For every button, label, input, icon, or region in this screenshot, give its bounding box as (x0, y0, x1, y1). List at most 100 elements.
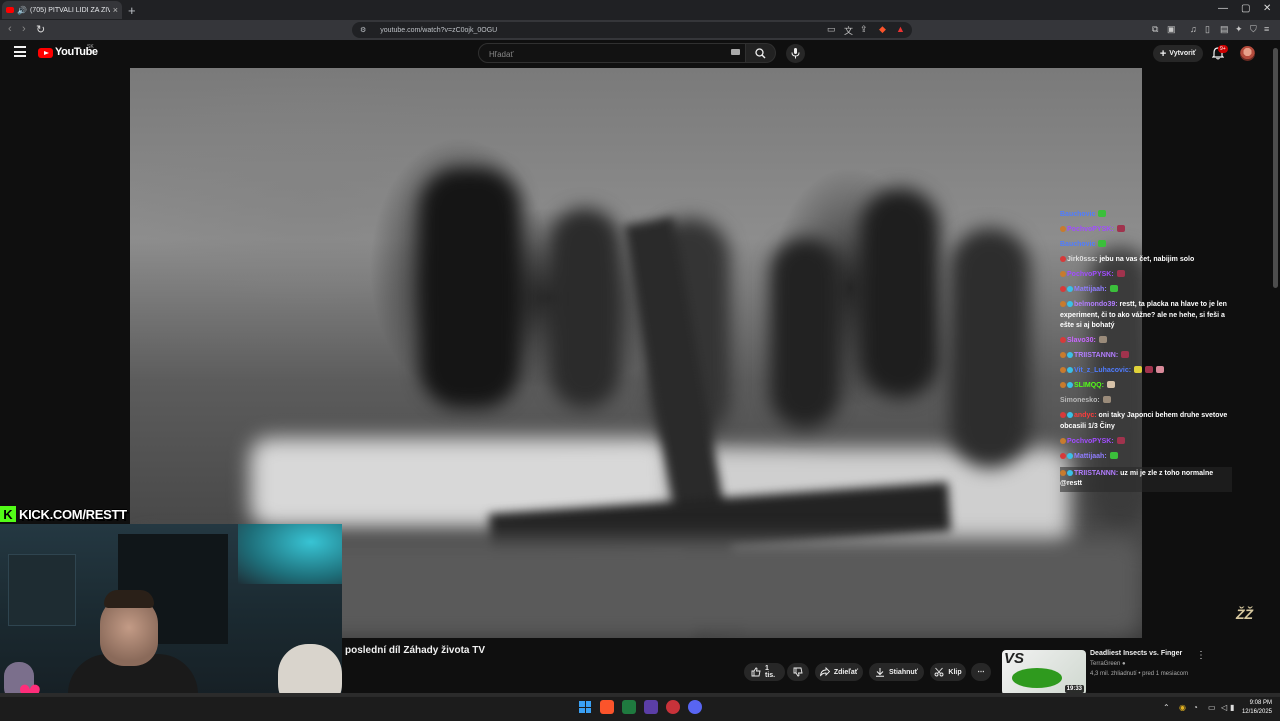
chat-badge-icon (1060, 256, 1066, 262)
network-icon[interactable]: ◔ (1193, 703, 1198, 712)
wallet-icon[interactable]: ▤ (1220, 24, 1229, 35)
reload-icon[interactable]: ↻ (36, 23, 45, 36)
youtube-logo-icon[interactable] (38, 48, 53, 58)
clock-time[interactable]: 9:08 PM (1240, 700, 1272, 706)
media-icon[interactable]: ♫ (1190, 24, 1197, 34)
chat-message: PochvoPYSK: (1060, 270, 1232, 281)
battery-icon[interactable]: ▮ (1230, 703, 1234, 712)
chat-message: Simonesko: (1060, 396, 1232, 407)
share-icon[interactable]: ⇪ (860, 24, 868, 35)
extensions-icon[interactable]: ⧉ (1152, 24, 1158, 35)
chat-badge-icon (1060, 367, 1066, 373)
chat-emote-icon (1156, 366, 1165, 373)
country-code: SK (87, 44, 94, 50)
chat-message: Slavo30: (1060, 336, 1232, 347)
search-box[interactable] (478, 43, 746, 63)
leo-icon[interactable]: ✦ (1235, 24, 1243, 35)
translate-icon[interactable]: 文 (844, 24, 853, 37)
minimize-button[interactable]: — (1218, 3, 1228, 14)
download-button[interactable]: Stiahnuť (869, 663, 924, 681)
new-tab-button[interactable]: + (128, 3, 136, 18)
chat-username: Jirk0sss: (1067, 256, 1098, 263)
scissors-icon (934, 667, 944, 677)
media-app-icon[interactable] (666, 700, 680, 714)
search-icon (755, 48, 766, 59)
vpn-icon[interactable]: ⛉ (1250, 24, 1257, 35)
forward-icon[interactable]: › (22, 23, 26, 35)
hamburger-menu-icon[interactable] (14, 46, 26, 60)
tab-close-icon[interactable]: × (113, 5, 118, 15)
chat-message: PochvoPYSK: (1060, 225, 1232, 236)
audio-playing-icon[interactable]: 🔊 (17, 6, 27, 15)
chat-emote-icon (1109, 285, 1118, 292)
account-avatar[interactable] (1240, 46, 1255, 61)
chat-username: TRIISTANNN: (1074, 352, 1119, 359)
clip-button[interactable]: Klip (930, 663, 966, 681)
chat-badge-icon (1060, 271, 1066, 277)
recommended-title[interactable]: Deadliest Insects vs. Finger (1090, 650, 1182, 657)
chat-message: TRIISTANNN: (1060, 351, 1232, 362)
discord-icon[interactable] (688, 700, 702, 714)
plus-icon: + (1159, 47, 1167, 60)
chat-message: belmondo39: restt, ta placka na hlave to… (1060, 300, 1232, 332)
chat-username: Slavo30: (1067, 337, 1096, 344)
clock-date[interactable]: 12/16/2025 (1236, 709, 1272, 715)
recommended-more-icon[interactable]: ⋮ (1196, 650, 1206, 661)
chat-username: SLIMQQ: (1074, 382, 1104, 389)
kick-logo-icon: K (0, 506, 16, 522)
cast-icon[interactable]: ▭ (827, 24, 836, 35)
windows-start-icon[interactable] (579, 701, 591, 713)
more-actions-button[interactable]: ⋯ (971, 663, 991, 681)
panel-icon[interactable]: ▯ (1205, 24, 1210, 35)
chat-username: Bauchovic (1060, 241, 1096, 248)
search-button[interactable] (746, 43, 776, 63)
share-button[interactable]: Zdieľať (815, 663, 863, 681)
windows-taskbar (0, 696, 1280, 721)
chat-badge-icon (1060, 382, 1066, 388)
keyboard-icon[interactable] (731, 49, 740, 55)
url-text[interactable]: youtube.com/watch?v=zC0ojk_0OGU (380, 27, 497, 34)
voice-search-button[interactable] (786, 44, 805, 63)
menu-icon[interactable]: ≡ (1264, 24, 1269, 34)
tray-app-icon[interactable]: ◉ (1179, 703, 1186, 712)
recommended-thumbnail[interactable]: VS 19:33 (1002, 650, 1086, 695)
scrollbar-thumb[interactable] (1273, 48, 1278, 288)
chat-badge-icon (1060, 437, 1066, 444)
chat-username: Simonesko: (1060, 397, 1100, 404)
speaker-icon[interactable]: ◁ (1221, 703, 1227, 712)
chat-message: Mattijaah: (1060, 451, 1232, 463)
tray-chevron-icon[interactable]: ⌃ (1163, 703, 1170, 712)
chat-badge-icon (1060, 226, 1066, 232)
chat-username: Bauchovic (1060, 211, 1096, 218)
site-info-icon[interactable]: ⚙ (360, 26, 366, 34)
brave-rewards-icon[interactable]: ▲ (896, 24, 905, 34)
display-icon[interactable]: ▭ (1208, 703, 1216, 712)
browser-tab-active[interactable]: 🔊 (705) PITVALI LIDI ZA ŽIVA - ... × (2, 1, 122, 19)
app-icon[interactable] (644, 700, 658, 714)
video-duration: 19:33 (1064, 685, 1084, 693)
excel-icon[interactable] (622, 700, 636, 714)
brave-shield-icon[interactable]: ◆ (879, 24, 886, 35)
brave-browser-icon[interactable] (600, 700, 614, 714)
chat-username: belmondo39: (1074, 301, 1118, 308)
chat-message: TRIISTANNN: uz mi je zle z toho normalne… (1060, 466, 1232, 492)
like-button[interactable]: 1 tis. (744, 663, 785, 681)
dislike-button[interactable] (787, 663, 809, 681)
youtube-favicon-icon (6, 7, 14, 13)
create-button[interactable]: + Vytvoriť (1153, 45, 1203, 62)
close-window-button[interactable]: ✕ (1263, 3, 1271, 14)
thumbs-down-icon (793, 667, 803, 677)
sidebar-icon[interactable]: ▣ (1167, 24, 1176, 35)
chat-emote-icon (1098, 336, 1107, 343)
chat-message: Bauchovic (1060, 240, 1232, 251)
maximize-button[interactable]: ▢ (1241, 3, 1250, 14)
chat-username: PochvoPYSK: (1067, 226, 1114, 233)
clip-label: Klip (948, 668, 962, 676)
chat-emote-icon (1116, 225, 1125, 232)
chat-emote-icon (1109, 451, 1118, 459)
back-icon[interactable]: ‹ (8, 23, 12, 35)
search-input[interactable] (487, 47, 711, 61)
chat-emote-icon (1116, 270, 1125, 277)
chat-emote-icon (1102, 396, 1111, 403)
recommended-channel[interactable]: TerraGreen ● (1090, 661, 1126, 667)
